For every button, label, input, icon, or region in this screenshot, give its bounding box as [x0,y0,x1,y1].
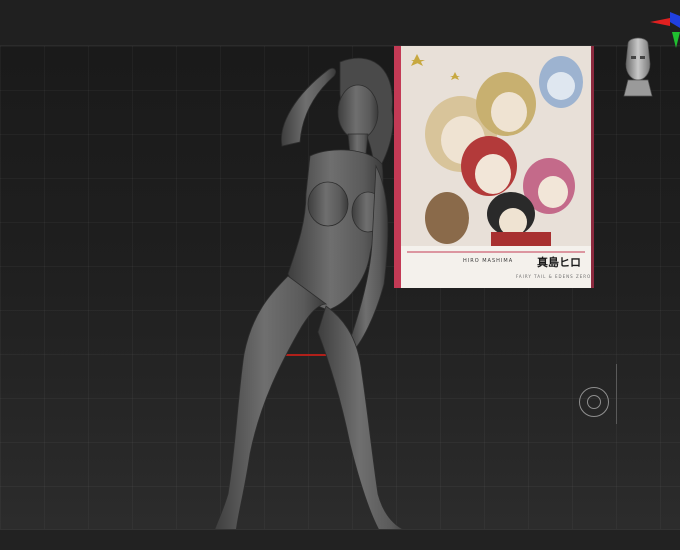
head-orientation-icon[interactable] [620,34,656,102]
y-axis-arrow [672,32,680,48]
orbit-target-inner-ring [587,395,601,409]
top-shelf [0,0,680,46]
orbit-target-icon[interactable] [579,387,609,417]
cover-subtitle: FAIRY TAIL & EDENS ZERO [516,274,592,279]
canvas-edge-marker [616,364,617,424]
x-axis-arrow [650,18,670,26]
bottom-shelf [0,529,680,550]
z-axis-arrow [670,12,680,28]
author-latin-credit: HIRO MASHIMA [463,258,514,264]
manga-cover-art [401,46,591,288]
reference-image-plane[interactable]: HIRO MASHIMA 真島ヒロ FAIRY TAIL & EDENS ZER… [394,46,594,288]
document-canvas[interactable]: HIRO MASHIMA 真島ヒロ FAIRY TAIL & EDENS ZER… [0,46,680,529]
author-japanese-credit: 真島ヒロ [537,256,581,269]
